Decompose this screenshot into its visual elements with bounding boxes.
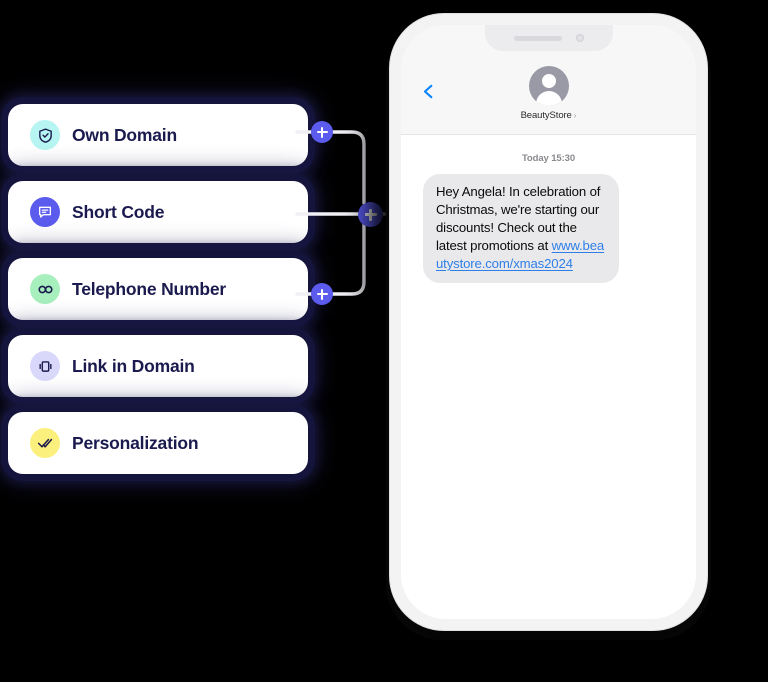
contact-header[interactable]: BeautyStore › <box>401 66 696 121</box>
earpiece-speaker-icon <box>513 35 562 41</box>
add-merge-button[interactable] <box>358 202 383 227</box>
speech-bubble-icon <box>30 197 60 227</box>
feature-card-personalization[interactable]: Personalization <box>8 412 308 474</box>
feature-card-label: Personalization <box>72 432 199 453</box>
promo-illustration: Own Domain Short Code Telephone Number L… <box>0 0 768 682</box>
contact-name: BeautyStore <box>520 110 572 121</box>
feature-card-telephone-number[interactable]: Telephone Number <box>8 258 308 320</box>
chevron-right-icon: › <box>573 110 577 120</box>
add-telephone-number-button[interactable] <box>311 283 333 305</box>
avatar-body <box>535 91 562 106</box>
chat-body: Today 15:30 Hey Angela! In celebration o… <box>401 135 696 619</box>
shield-check-icon <box>30 120 60 150</box>
feature-card-list: Own Domain Short Code Telephone Number L… <box>8 104 308 474</box>
feature-card-label: Own Domain <box>72 124 177 145</box>
feature-card-link-in-domain[interactable]: Link in Domain <box>8 335 308 397</box>
infinity-icon <box>30 274 60 304</box>
phone-screen: BeautyStore › Today 15:30 Hey Angela! In… <box>401 25 696 619</box>
message-list: Hey Angela! In celebration of Christmas,… <box>401 164 696 283</box>
feature-card-label: Short Code <box>72 201 165 222</box>
feature-card-short-code[interactable]: Short Code <box>8 181 308 243</box>
carousel-link-icon <box>30 351 60 381</box>
avatar-head <box>541 74 556 88</box>
message-bubble[interactable]: Hey Angela! In celebration of Christmas,… <box>423 174 619 283</box>
add-own-domain-button[interactable] <box>311 121 333 143</box>
double-check-icon <box>30 428 60 458</box>
feature-card-own-domain[interactable]: Own Domain <box>8 104 308 166</box>
avatar <box>528 66 569 106</box>
front-camera-icon <box>575 34 584 42</box>
contact-name-row[interactable]: BeautyStore › <box>521 110 577 121</box>
phone-frame: BeautyStore › Today 15:30 Hey Angela! In… <box>390 14 707 630</box>
phone-notch <box>484 25 613 51</box>
message-timestamp: Today 15:30 <box>521 153 576 164</box>
feature-card-label: Telephone Number <box>72 278 226 299</box>
feature-card-label: Link in Domain <box>72 355 195 376</box>
